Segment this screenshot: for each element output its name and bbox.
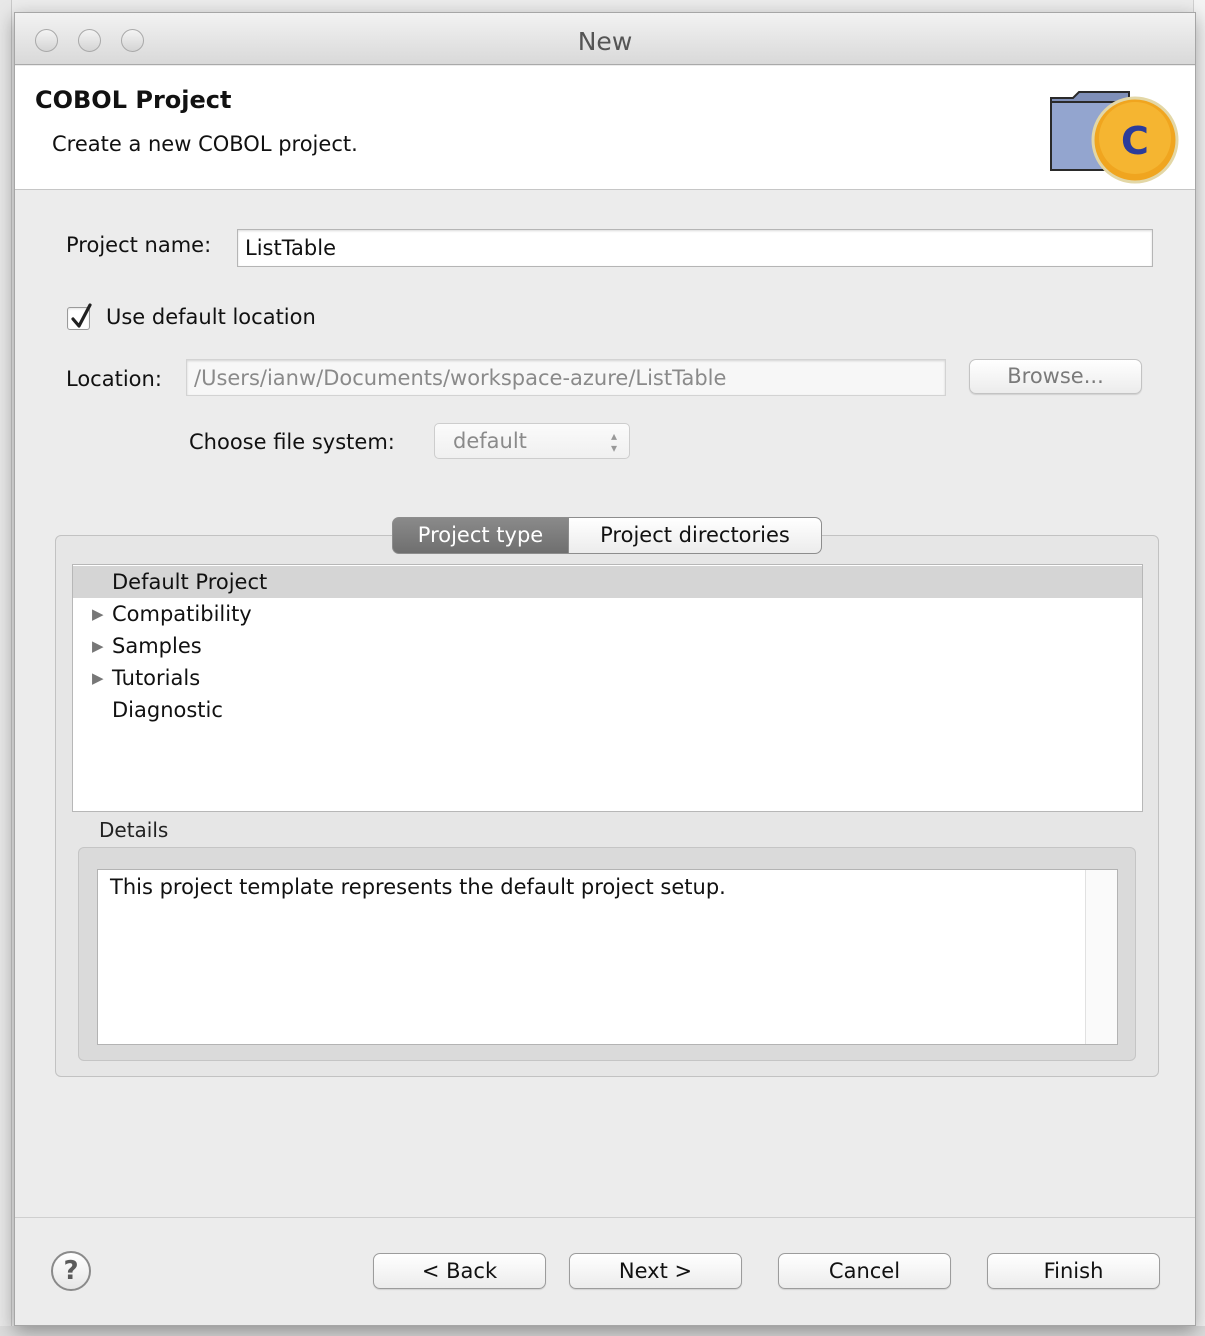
browse-button[interactable]: Browse... xyxy=(969,359,1142,394)
file-system-value: default xyxy=(453,429,527,453)
tree-item-samples[interactable]: ▶ Samples xyxy=(73,630,1142,662)
project-name-label: Project name: xyxy=(66,233,212,257)
help-icon[interactable]: ? xyxy=(51,1251,91,1291)
expand-arrow-icon[interactable]: ▶ xyxy=(92,598,104,630)
select-arrows-icon: ▴ ▾ xyxy=(610,429,617,455)
tree-item-compatibility[interactable]: ▶ Compatibility xyxy=(73,598,1142,630)
footer-divider xyxy=(15,1217,1195,1218)
tree-item-label: Default Project xyxy=(112,570,268,594)
expand-arrow-icon[interactable]: ▶ xyxy=(92,662,104,694)
tree-item-tutorials[interactable]: ▶ Tutorials xyxy=(73,662,1142,694)
tree-item-diagnostic[interactable]: Diagnostic xyxy=(73,694,1142,726)
finish-button[interactable]: Finish xyxy=(987,1253,1160,1289)
file-system-label: Choose file system: xyxy=(189,430,395,454)
project-name-input[interactable] xyxy=(237,229,1153,267)
use-default-location-checkbox[interactable] xyxy=(67,303,92,330)
tree-item-label: Diagnostic xyxy=(112,698,223,722)
use-default-location-label: Use default location xyxy=(106,305,316,329)
details-scrollbar[interactable] xyxy=(1085,870,1117,1044)
tab-project-type[interactable]: Project type xyxy=(392,517,569,554)
background-window-bottom xyxy=(0,1326,1205,1336)
cancel-button[interactable]: Cancel xyxy=(778,1253,951,1289)
details-label: Details xyxy=(99,818,169,842)
details-description: This project template represents the def… xyxy=(110,875,726,899)
details-text-area[interactable]: This project template represents the def… xyxy=(97,869,1118,1045)
expand-arrow-icon[interactable]: ▶ xyxy=(92,630,104,662)
next-button[interactable]: Next > xyxy=(569,1253,742,1289)
wizard-page-title: COBOL Project xyxy=(35,86,232,114)
tree-item-default-project[interactable]: Default Project xyxy=(73,566,1142,598)
file-system-select[interactable]: default ▴ ▾ xyxy=(434,423,630,459)
location-input[interactable] xyxy=(186,359,946,396)
tree-item-label: Tutorials xyxy=(112,666,201,690)
wizard-banner: COBOL Project Create a new COBOL project… xyxy=(15,66,1195,190)
wizard-page-description: Create a new COBOL project. xyxy=(52,132,358,156)
new-project-dialog: New COBOL Project Create a new COBOL pro… xyxy=(14,12,1196,1326)
window-title: New xyxy=(577,27,633,56)
background-window-left xyxy=(0,0,12,1336)
project-type-tree: Default Project ▶ Compatibility ▶ Sample… xyxy=(72,564,1143,812)
cobol-project-icon: C xyxy=(1050,91,1179,184)
tree-item-label: Samples xyxy=(112,634,202,658)
cobol-icon-letter: C xyxy=(1121,119,1149,163)
tab-project-directories[interactable]: Project directories xyxy=(569,517,822,554)
title-bar: New xyxy=(15,13,1195,65)
tree-item-label: Compatibility xyxy=(112,602,252,626)
location-label: Location: xyxy=(66,367,162,391)
back-button[interactable]: < Back xyxy=(373,1253,546,1289)
checkmark-icon xyxy=(71,303,92,328)
